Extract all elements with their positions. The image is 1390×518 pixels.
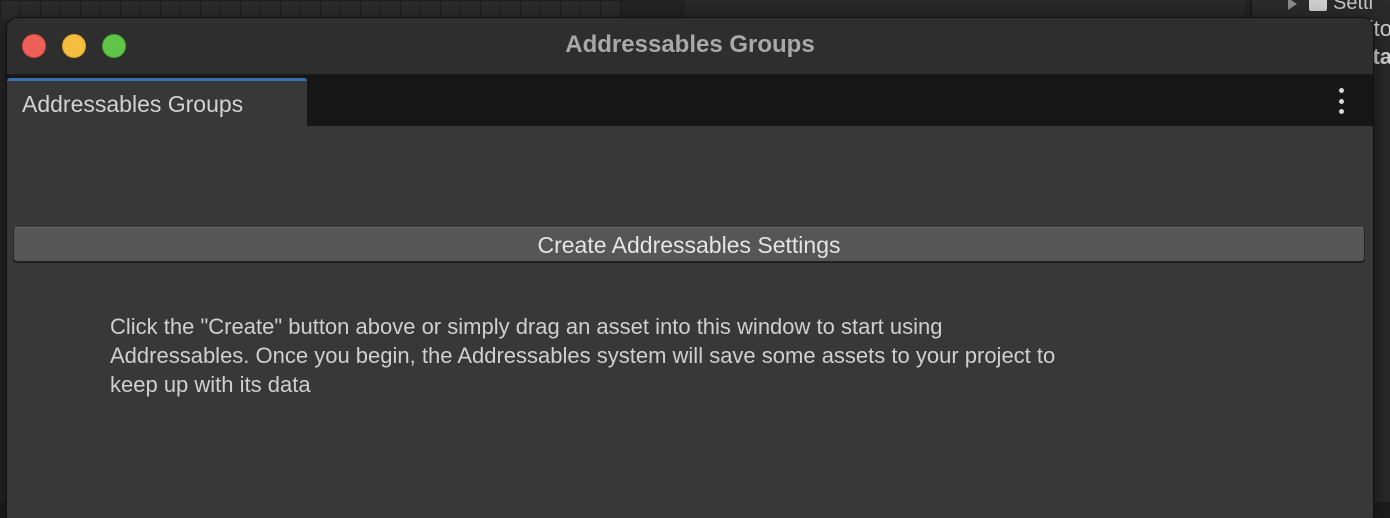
vertical-ellipsis-icon[interactable] (1329, 88, 1353, 114)
background-tree-item[interactable]: Setti (1288, 0, 1373, 15)
object-icon (1309, 0, 1327, 11)
addressables-groups-window: Addressables Groups Addressables Groups … (7, 18, 1373, 518)
background-tree-item-label: Setti (1333, 0, 1374, 14)
scene-grid (0, 0, 620, 20)
tab-bar: Addressables Groups (7, 75, 1373, 126)
background-panel-inner (685, 0, 1245, 20)
tab-label: Addressables Groups (22, 91, 244, 117)
help-text: Click the "Create" button above or simpl… (110, 314, 1056, 397)
expand-arrow-icon[interactable] (1288, 0, 1297, 10)
tab-addressables-groups[interactable]: Addressables Groups (7, 78, 307, 126)
background-panel (620, 0, 1251, 20)
window-title: Addressables Groups (565, 31, 815, 58)
title-bar[interactable]: Addressables Groups (7, 18, 1373, 75)
create-addressables-settings-button[interactable]: Create Addressables Settings (13, 227, 1365, 262)
main-content: Create Addressables Settings Click the "… (7, 126, 1373, 518)
background-text-line: ta (1372, 44, 1390, 69)
